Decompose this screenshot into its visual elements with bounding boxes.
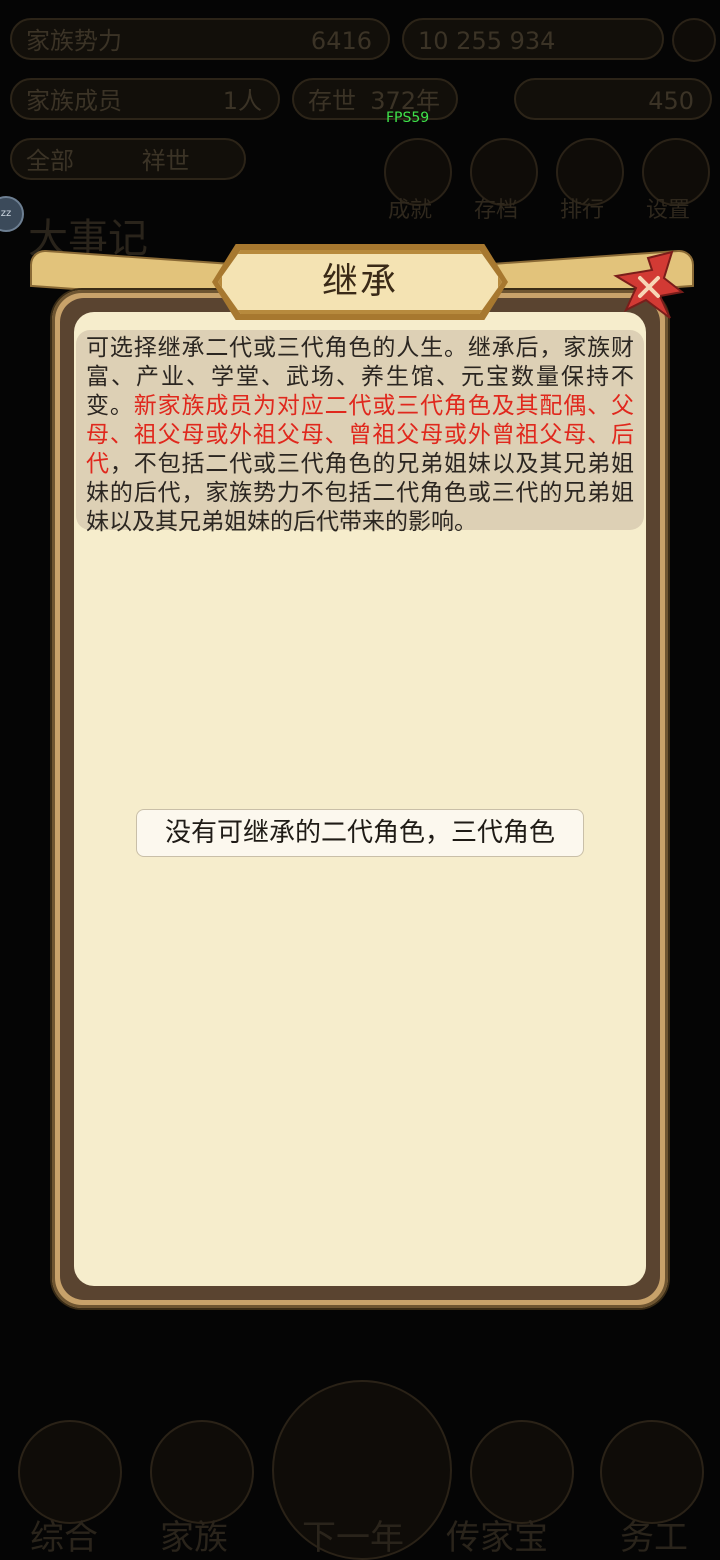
empty-state-message: 没有可继承的二代角色，三代角色 [136, 809, 584, 857]
menu-label: 设置 [646, 198, 691, 223]
filter-auspicious: 祥世 [141, 147, 190, 175]
general-icon [18, 1420, 122, 1524]
work-icon [600, 1420, 704, 1524]
years-stat: 存世 372年 [292, 78, 458, 120]
nav-label: 家族 [160, 1518, 228, 1558]
resources-value: 10 255 934 [418, 27, 556, 55]
dialog-title: 继承 [321, 261, 398, 302]
menu-label: 排行 [560, 198, 605, 223]
menu-label: 成就 [388, 198, 433, 223]
stat-label: 家族成员 [26, 87, 122, 115]
description-text: ，不包括二代或三代角色的兄弟姐妹以及其兄弟姐妹的后代，家族势力不包括二代角色或三… [86, 451, 635, 535]
family-members-stat: 家族成员 1人 [10, 78, 280, 120]
inherit-description: 可选择继承二代或三代角色的人生。继承后，家族财富、产业、学堂、武场、养生馆、元宝… [76, 330, 644, 535]
family-icon [150, 1420, 254, 1524]
stat-label: 存世 [308, 87, 356, 115]
nav-label: 综合 [30, 1518, 98, 1558]
nav-label: 下一年 [302, 1518, 404, 1558]
filter-all: 全部 [26, 147, 74, 175]
nav-label: 传家宝 [446, 1518, 548, 1558]
filter-bar: 全部 祥世 [10, 138, 246, 180]
heirloom-icon [470, 1420, 574, 1524]
family-power-stat: 家族势力 6416 [10, 18, 390, 60]
close-icon [613, 250, 685, 319]
resources-stat: 10 255 934 [402, 18, 664, 60]
coins-stat: 450 [514, 78, 712, 120]
stat-value: 1人 [222, 87, 262, 115]
coins-value: 450 [648, 87, 694, 115]
close-button[interactable] [612, 248, 686, 322]
stat-label: 家族势力 [26, 27, 122, 55]
fps-counter: FPS59 [386, 110, 430, 126]
stat-value: 6416 [310, 27, 372, 55]
lightbulb-icon [672, 18, 716, 62]
nav-label: 务工 [620, 1518, 688, 1558]
menu-label: 存档 [474, 198, 519, 223]
